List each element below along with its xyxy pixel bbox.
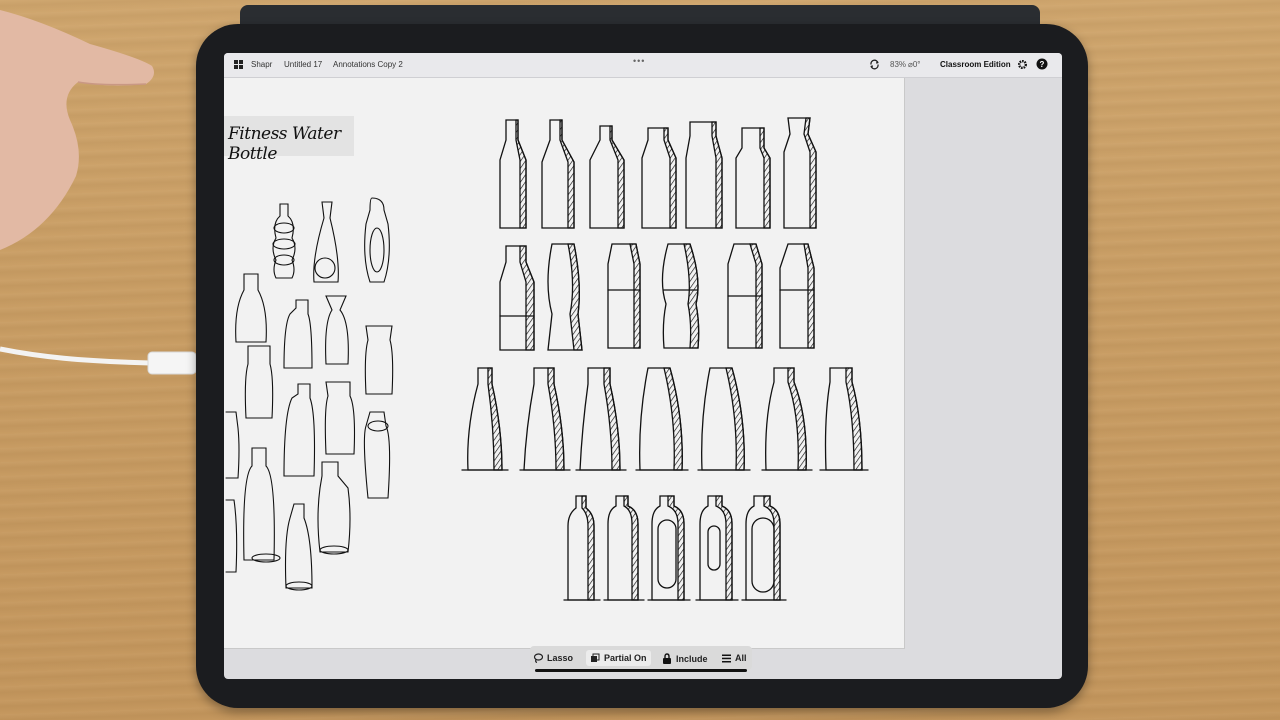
row2-bottles (499, 243, 815, 351)
row3-bottles (461, 367, 869, 471)
gear-icon[interactable] (1017, 59, 1028, 70)
edition-label[interactable]: Classroom Edition (940, 60, 1011, 69)
left-cluster-sketches (225, 197, 394, 591)
user-hand (0, 10, 154, 250)
partial-button[interactable]: Partial On (586, 650, 651, 666)
sketch-name[interactable]: Annotations Copy 2 (333, 60, 403, 69)
selection-toolbar: Lasso Partial On Include All (530, 646, 752, 670)
partial-label: Partial On (604, 653, 647, 663)
include-label: Include (676, 653, 708, 664)
drawing-canvas[interactable]: Fitness Water Bottle (224, 78, 905, 649)
lasso-button[interactable]: Lasso (533, 653, 573, 663)
grid-icon[interactable] (234, 60, 243, 69)
zoom-level: 83% (890, 60, 907, 69)
app-screen: Shapr Untitled 17 Annotations Copy 2 •••… (224, 53, 1062, 679)
svg-text:?: ? (1040, 60, 1045, 69)
partial-icon (591, 653, 600, 662)
more-menu[interactable]: ••• (633, 56, 645, 66)
include-button[interactable]: Include (662, 653, 708, 664)
help-icon[interactable]: ? (1036, 58, 1048, 70)
bottle-sketches (225, 117, 869, 601)
home-indicator[interactable] (535, 669, 747, 672)
document-name[interactable]: Untitled 17 (284, 60, 322, 69)
sync-icon[interactable] (869, 59, 880, 70)
list-icon (722, 654, 731, 662)
row4-bottles (563, 495, 787, 601)
all-label: All (735, 653, 747, 663)
lasso-label: Lasso (547, 653, 574, 663)
top-bar: Shapr Untitled 17 Annotations Copy 2 •••… (224, 53, 1062, 78)
all-button[interactable]: All (722, 653, 747, 663)
lock-icon (663, 653, 671, 664)
row1-bottles (499, 117, 817, 229)
usb-c-cable (0, 346, 196, 375)
app-name[interactable]: Shapr (251, 60, 272, 69)
rotation-angle: ⌀0° (908, 60, 921, 69)
lasso-icon (533, 653, 543, 663)
